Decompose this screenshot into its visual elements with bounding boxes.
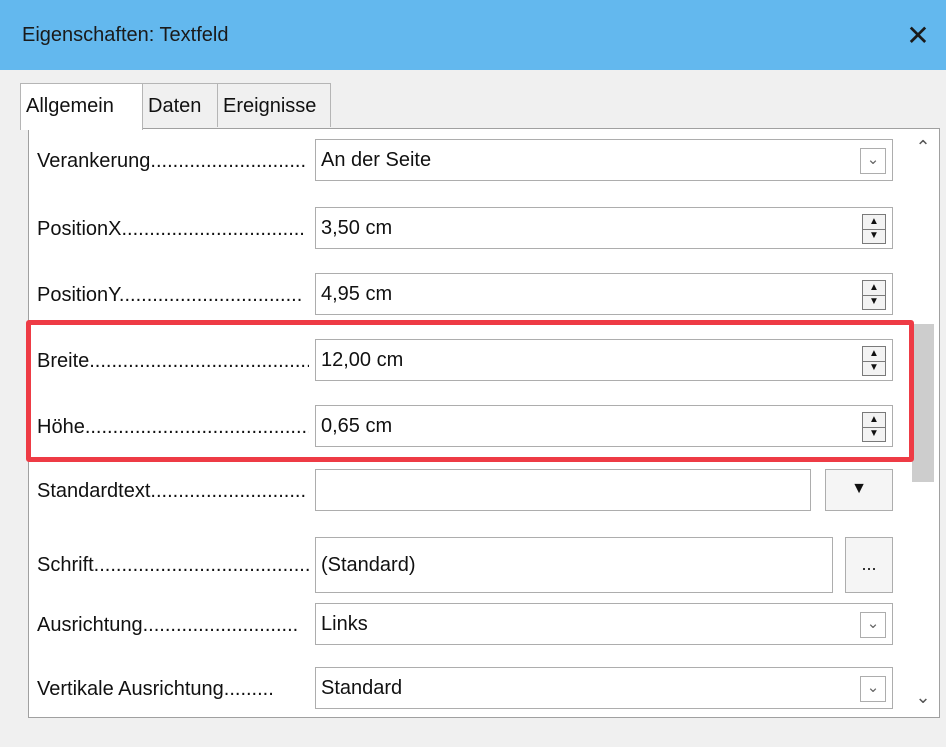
hoehe-value: 0,65 cm xyxy=(321,415,393,437)
ausrichtung-select[interactable]: Links ⌄ xyxy=(315,603,893,645)
row-positionx: PositionX...............................… xyxy=(29,207,909,251)
positiony-label: PositionY...............................… xyxy=(37,284,303,306)
tab-ereignisse[interactable]: Ereignisse xyxy=(217,83,331,127)
row-positiony: PositionY...............................… xyxy=(29,273,909,317)
positiony-value: 4,95 cm xyxy=(321,283,393,305)
spin-arrows-icon[interactable]: ▲ ▼ xyxy=(862,214,886,244)
spin-down-icon[interactable]: ▼ xyxy=(863,361,885,375)
spin-up-icon[interactable]: ▲ xyxy=(863,215,885,230)
spin-arrows-icon[interactable]: ▲ ▼ xyxy=(862,412,886,442)
caret-up-icon[interactable]: ⌃ xyxy=(912,136,934,158)
ausrichtung-value: Links xyxy=(321,613,368,635)
breite-label: Breite..................................… xyxy=(37,350,309,372)
hoehe-label: Höhe....................................… xyxy=(37,416,309,438)
spin-down-icon[interactable]: ▼ xyxy=(863,229,885,243)
scroll-thumb[interactable] xyxy=(912,324,934,482)
vertical-scrollbar[interactable]: ⌃ ⌄ xyxy=(908,128,938,716)
spin-down-icon[interactable]: ▼ xyxy=(863,427,885,441)
row-breite: Breite..................................… xyxy=(29,339,909,383)
positiony-field[interactable]: 4,95 cm ▲ ▼ xyxy=(315,273,893,315)
vertikale-value: Standard xyxy=(321,677,403,699)
spin-up-icon[interactable]: ▲ xyxy=(863,347,885,362)
chevron-down-icon[interactable]: ⌄ xyxy=(860,676,886,702)
spin-arrows-icon[interactable]: ▲ ▼ xyxy=(862,280,886,310)
caret-down-icon[interactable]: ⌄ xyxy=(912,686,934,708)
positionx-value: 3,50 cm xyxy=(321,217,393,239)
properties-dialog: Eigenschaften: Textfeld ✕ Allgemein Date… xyxy=(0,0,946,747)
properties-panel: Verankerung............................ … xyxy=(28,128,940,718)
title-bar: Eigenschaften: Textfeld ✕ xyxy=(0,0,946,70)
row-standardtext: Standardtext............................… xyxy=(29,469,909,513)
positionx-label: PositionX...............................… xyxy=(37,218,305,240)
ausrichtung-label: Ausrichtung............................ xyxy=(37,614,299,636)
row-hoehe: Höhe....................................… xyxy=(29,405,909,449)
verankerung-value: An der Seite xyxy=(321,149,432,171)
positionx-field[interactable]: 3,50 cm ▲ ▼ xyxy=(315,207,893,249)
row-schrift: Schrift.................................… xyxy=(29,537,909,593)
vertikale-label: Vertikale Ausrichtung......... xyxy=(37,678,274,700)
standardtext-dropdown-button[interactable]: ▼ xyxy=(825,469,893,511)
vertikale-select[interactable]: Standard ⌄ xyxy=(315,667,893,709)
tab-allgemein[interactable]: Allgemein xyxy=(20,83,143,130)
close-button[interactable]: ✕ xyxy=(896,14,940,58)
row-vertikale-ausrichtung: Vertikale Ausrichtung......... Standard … xyxy=(29,667,909,711)
spin-up-icon[interactable]: ▲ xyxy=(863,413,885,428)
chevron-down-icon[interactable]: ⌄ xyxy=(860,148,886,174)
spin-up-icon[interactable]: ▲ xyxy=(863,281,885,296)
breite-field[interactable]: 12,00 cm ▲ ▼ xyxy=(315,339,893,381)
spin-down-icon[interactable]: ▼ xyxy=(863,295,885,309)
spin-arrows-icon[interactable]: ▲ ▼ xyxy=(862,346,886,376)
tab-daten[interactable]: Daten xyxy=(142,83,218,127)
standardtext-label: Standardtext............................ xyxy=(37,480,306,502)
breite-value: 12,00 cm xyxy=(321,349,404,371)
row-ausrichtung: Ausrichtung............................ … xyxy=(29,603,909,647)
schrift-browse-button[interactable]: ... xyxy=(845,537,893,593)
schrift-field[interactable]: (Standard) xyxy=(315,537,833,593)
window-title: Eigenschaften: Textfeld xyxy=(22,24,229,46)
schrift-value: (Standard) xyxy=(321,554,416,576)
hoehe-field[interactable]: 0,65 cm ▲ ▼ xyxy=(315,405,893,447)
verankerung-label: Verankerung............................ xyxy=(37,150,307,172)
verankerung-select[interactable]: An der Seite ⌄ xyxy=(315,139,893,181)
schrift-label: Schrift.................................… xyxy=(37,554,309,576)
standardtext-field[interactable] xyxy=(315,469,811,511)
chevron-down-icon[interactable]: ⌄ xyxy=(860,612,886,638)
row-verankerung: Verankerung............................ … xyxy=(29,139,909,183)
